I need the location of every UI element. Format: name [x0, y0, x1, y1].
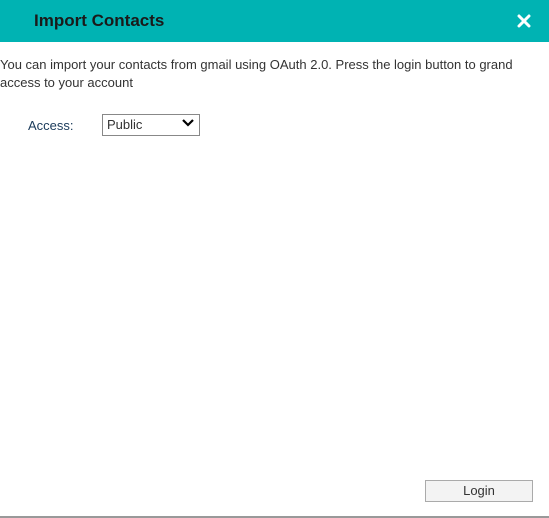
access-select[interactable]: Public [102, 114, 200, 136]
dialog-footer: Login [425, 480, 533, 502]
description-text: You can import your contacts from gmail … [0, 56, 549, 92]
dialog-body: You can import your contacts from gmail … [0, 42, 549, 136]
access-select-wrap: Public [102, 114, 200, 136]
dialog-header: Import Contacts [0, 0, 549, 42]
access-row: Access: Public [0, 114, 549, 136]
access-label: Access: [28, 118, 102, 133]
dialog-title: Import Contacts [34, 11, 164, 31]
close-icon[interactable] [513, 10, 535, 32]
login-button[interactable]: Login [425, 480, 533, 502]
